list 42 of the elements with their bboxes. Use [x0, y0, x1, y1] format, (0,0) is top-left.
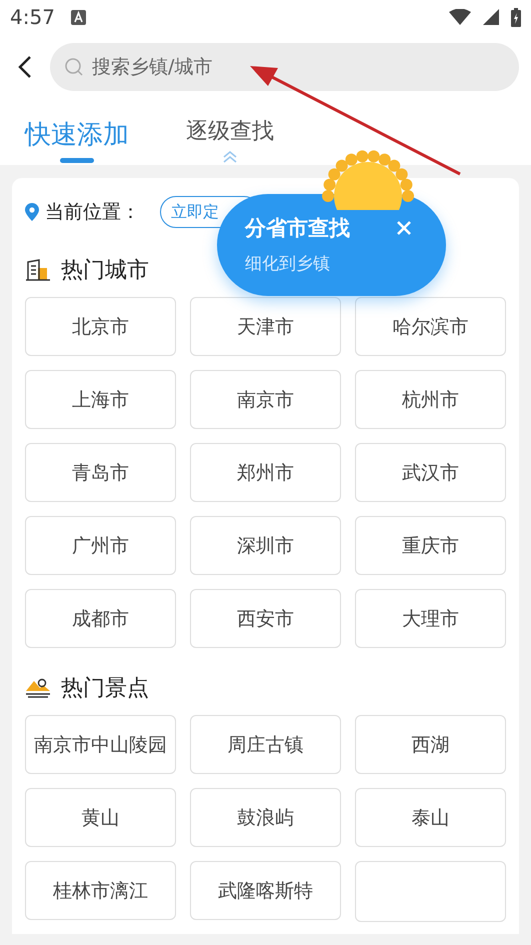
place-button[interactable]: 黄山	[25, 788, 176, 847]
tab-indicator	[60, 158, 94, 163]
section-title: 热门城市	[61, 257, 149, 285]
close-icon[interactable]	[396, 220, 412, 236]
place-button[interactable]: 上海市	[25, 370, 176, 429]
signal-icon	[483, 9, 499, 25]
tab[interactable]: 逐级查找	[186, 114, 274, 148]
place-button[interactable]: 桂林市漓江	[25, 861, 176, 920]
wifi-icon	[449, 9, 471, 25]
place-button[interactable]: 泰山	[355, 788, 506, 847]
place-button[interactable]: 武隆喀斯特	[190, 861, 341, 920]
place-button[interactable]: 郑州市	[190, 443, 341, 502]
place-button[interactable]: 大理市	[355, 589, 506, 648]
place-button[interactable]: 杭州市	[355, 370, 506, 429]
place-button[interactable]: 哈尔滨市	[355, 297, 506, 356]
place-button[interactable]: 成都市	[25, 589, 176, 648]
place-button[interactable]: 鼓浪屿	[190, 788, 341, 847]
place-button[interactable]: 天津市	[190, 297, 341, 356]
battery-icon	[511, 8, 521, 26]
sun-icon	[322, 150, 414, 210]
place-button[interactable]: 西湖	[355, 715, 506, 774]
place-button[interactable]: 北京市	[25, 297, 176, 356]
place-button[interactable]: 广州市	[25, 516, 176, 575]
double-chevron-icon	[222, 150, 238, 165]
location-pin-icon	[25, 203, 39, 221]
search-field[interactable]: 搜索乡镇/城市	[50, 43, 519, 91]
back-icon[interactable]	[18, 55, 32, 79]
place-button[interactable]: 青岛市	[25, 443, 176, 502]
place-button[interactable]: 南京市中山陵园	[25, 715, 176, 774]
place-button[interactable]: 武汉市	[355, 443, 506, 502]
location-label: 当前位置：	[45, 200, 140, 225]
tooltip-subtitle: 细化到乡镇	[245, 253, 331, 275]
place-button[interactable]: 西安市	[190, 589, 341, 648]
place-button[interactable]: 南京市	[190, 370, 341, 429]
mountain-icon	[25, 677, 51, 699]
building-icon	[25, 259, 51, 281]
place-button[interactable]: 重庆市	[355, 516, 506, 575]
place-button[interactable]: 周庄古镇	[190, 715, 341, 774]
place-button[interactable]: 深圳市	[190, 516, 341, 575]
status-time: 4:57	[10, 5, 55, 29]
keyboard-icon	[70, 10, 86, 24]
section-title: 热门景点	[61, 675, 149, 703]
